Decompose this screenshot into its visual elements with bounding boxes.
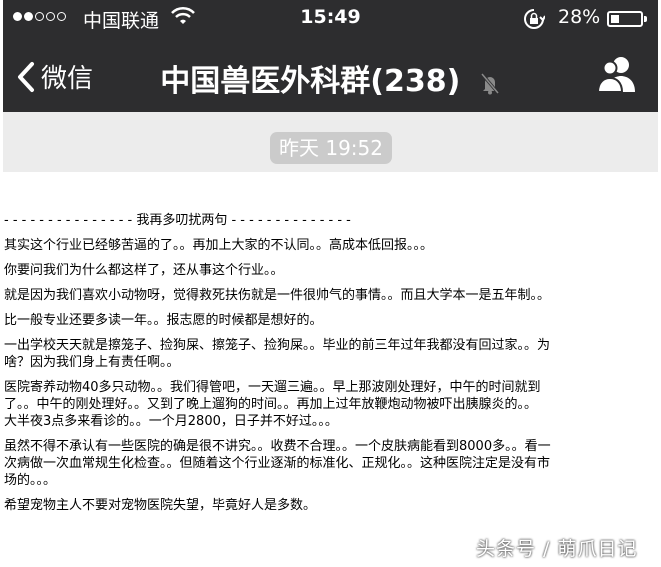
- paragraph-line: 了。。中午的刚处理好。。又到了晚上遛狗的时间。。再加上过年放鞭炮动物被吓出胰腺炎…: [4, 397, 538, 412]
- article-text: - - - - - - - - - - - - - - - 我再多叨扰两句 - …: [4, 212, 656, 522]
- paragraph-line: 大半夜3点多来看诊的。。一个月2800，日子并不好过。。。: [4, 414, 338, 429]
- article-paragraph: 一出学校天天就是擦笼子、捡狗屎、擦笼子、捡狗屎。。毕业的前三年过年我都没有回过家…: [4, 337, 656, 371]
- status-bar: 中国联通 15:49 28%: [3, 0, 658, 38]
- paragraph-line: 啥？因为我们身上有责任啊。。: [4, 355, 180, 370]
- app-header: 中国联通 15:49 28% 微信 中国兽医外科群(238): [3, 0, 658, 112]
- paragraph-line: 比一般专业还要多读一年。。报志愿的时候都是想好的。: [4, 313, 323, 328]
- article-paragraph: 其实这个行业已经够苦逼的了。。再加上大家的不认同。。高成本低回报。。。: [4, 237, 656, 254]
- article-paragraph: 医院寄养动物40多只动物。。我们得管吧，一天遛三遍。。早上那波刚处理好，中午的时…: [4, 379, 656, 430]
- article-paragraph: 希望宠物主人不要对宠物医院失望，毕竟好人是多数。: [4, 497, 656, 514]
- article-paragraph: 你要问我们为什么都这样了，还从事这个行业。。: [4, 262, 656, 279]
- nav-bar: 微信 中国兽医外科群(238): [3, 38, 658, 112]
- article-paragraph: 虽然不得不承认有一些医院的确是很不讲究。。收费不合理。。一个皮肤病能看到8000…: [4, 438, 656, 489]
- article-paragraph: 比一般专业还要多读一年。。报志愿的时候都是想好的。: [4, 312, 656, 329]
- group-contacts-icon[interactable]: [595, 54, 639, 94]
- paragraph-line: 次病做一次血常规生化检查。。但随着这个行业逐渐的标准化、正规化。。这种医院注定是…: [4, 456, 551, 471]
- paragraph-line: 场的。。。: [4, 473, 57, 488]
- paragraph-line: 其实这个行业已经够苦逼的了。。再加上大家的不认同。。高成本低回报。。。: [4, 238, 434, 253]
- rotation-lock-icon: [524, 9, 545, 29]
- battery-icon: [607, 11, 643, 27]
- mute-bell-icon: [480, 72, 499, 94]
- battery-percent: 28%: [558, 6, 601, 28]
- section-separator: - - - - - - - - - - - - - - - 我再多叨扰两句 - …: [4, 213, 351, 228]
- battery-fill: [611, 15, 619, 23]
- chat-title: 中国兽医外科群(238): [160, 64, 461, 99]
- paragraph-line: 虽然不得不承认有一些医院的确是很不讲究。。收费不合理。。一个皮肤病能看到8000…: [4, 439, 551, 454]
- paragraph-line: 你要问我们为什么都这样了，还从事这个行业。。: [4, 263, 284, 278]
- paragraph-line: 就是因为我们喜欢小动物呀，觉得救死扶伤就是一件很帅气的事情。。而且大学本一是五年…: [4, 288, 551, 303]
- watermark: 头条号 / 萌爪日记: [476, 538, 638, 560]
- paragraph-line: 希望宠物主人不要对宠物医院失望，毕竟好人是多数。: [4, 498, 317, 513]
- paragraph-line: 一出学校天天就是擦笼子、捡狗屎、擦笼子、捡狗屎。。毕业的前三年过年我都没有回过家…: [4, 338, 551, 353]
- paragraph-line: 医院寄养动物40多只动物。。我们得管吧，一天遛三遍。。早上那波刚处理好，中午的时…: [4, 380, 541, 395]
- chat-title-container: 中国兽医外科群(238): [3, 56, 658, 100]
- wechat-screenshot: 中国联通 15:49 28% 微信 中国兽医外科群(238) 昨天 19:52: [3, 0, 658, 172]
- battery-tip: [644, 16, 647, 22]
- message-timestamp: 昨天 19:52: [270, 132, 392, 164]
- article-paragraph: 就是因为我们喜欢小动物呀，觉得救死扶伤就是一件很帅气的事情。。而且大学本一是五年…: [4, 287, 656, 304]
